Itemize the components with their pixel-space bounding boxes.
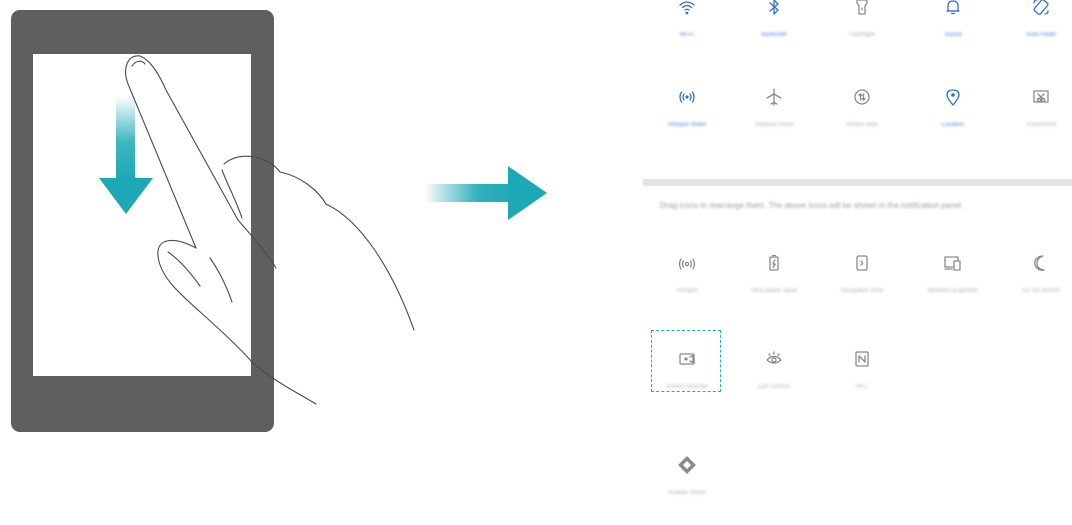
quick-tile-wifi[interactable]: Wi-Fi bbox=[641, 0, 733, 67]
wireless-icon bbox=[677, 253, 697, 273]
quick-tile-location[interactable]: Location bbox=[907, 87, 999, 157]
quick-tile-label: Mobile data bbox=[846, 122, 878, 128]
swipe-down-arrow-icon bbox=[99, 96, 153, 214]
wireless-projection-icon bbox=[943, 253, 963, 273]
quick-tile-mobile-data[interactable]: Mobile data bbox=[816, 87, 908, 157]
quick-tile-label: Flashlight bbox=[849, 32, 875, 38]
right-arrow-icon bbox=[424, 166, 547, 220]
quick-tile-wireless[interactable]: Hotspot bbox=[641, 253, 733, 323]
quick-tile-label: Screenshot bbox=[1025, 122, 1057, 128]
rearrange-hint: Drag icons to rearrange them. The above … bbox=[660, 201, 964, 210]
quick-tile-bluetooth[interactable]: Bluetooth bbox=[728, 0, 820, 67]
quick-tile-moon[interactable]: Do not disturb bbox=[995, 253, 1072, 323]
quick-tile-bell[interactable]: Sound bbox=[907, 0, 999, 67]
mobile-data-icon bbox=[852, 87, 872, 107]
screenshot-icon bbox=[1031, 87, 1051, 107]
auto-rotate-icon bbox=[1031, 0, 1051, 17]
wifi-icon bbox=[677, 0, 697, 17]
bell-icon bbox=[943, 0, 963, 17]
quick-tile-hotspot[interactable]: Hotspot Share bbox=[641, 87, 733, 157]
quick-tile-navigation-dock[interactable]: Navigation dock bbox=[816, 253, 908, 323]
navigation-dock-icon bbox=[852, 253, 872, 273]
battery-icon bbox=[764, 253, 784, 273]
diamond-icon bbox=[677, 455, 697, 475]
flashlight-icon bbox=[852, 0, 872, 17]
eye-comfort-icon bbox=[764, 349, 784, 369]
nfc-icon bbox=[852, 349, 872, 369]
hand-icon bbox=[125, 55, 415, 405]
quick-tile-diamond[interactable]: Huawei Share bbox=[641, 455, 733, 525]
quick-tile-flashlight[interactable]: Flashlight bbox=[816, 0, 908, 67]
moon-icon bbox=[1031, 253, 1051, 273]
quick-tile-label: Do not disturb bbox=[1022, 288, 1060, 294]
quick-tile-label: Navigation dock bbox=[840, 288, 884, 294]
quick-tile-wireless-projection[interactable]: Wireless projection bbox=[907, 253, 999, 323]
quick-tile-eye-comfort[interactable]: Eye comfort bbox=[728, 349, 820, 419]
quick-tile-auto-rotate[interactable]: Auto-rotate bbox=[995, 0, 1072, 67]
quick-tile-label: Auto-rotate bbox=[1026, 32, 1056, 38]
airplane-icon bbox=[764, 87, 784, 107]
bluetooth-icon bbox=[764, 0, 784, 17]
quick-tile-screenshot[interactable]: Screenshot bbox=[995, 87, 1072, 157]
hotspot-icon bbox=[677, 87, 697, 107]
quick-tile-screen-recorder[interactable]: Screen recorder bbox=[641, 349, 733, 419]
screen-recorder-icon bbox=[677, 349, 697, 369]
quick-tile-label: Huawei Share bbox=[668, 490, 706, 496]
location-icon bbox=[943, 87, 963, 107]
quick-tile-battery[interactable]: Ultra power saver bbox=[728, 253, 820, 323]
quick-tile-label: NFC bbox=[855, 384, 869, 390]
section-divider bbox=[643, 179, 1072, 186]
quick-tile-airplane[interactable]: Airplane mode bbox=[728, 87, 820, 157]
quick-tile-nfc[interactable]: NFC bbox=[816, 349, 908, 419]
